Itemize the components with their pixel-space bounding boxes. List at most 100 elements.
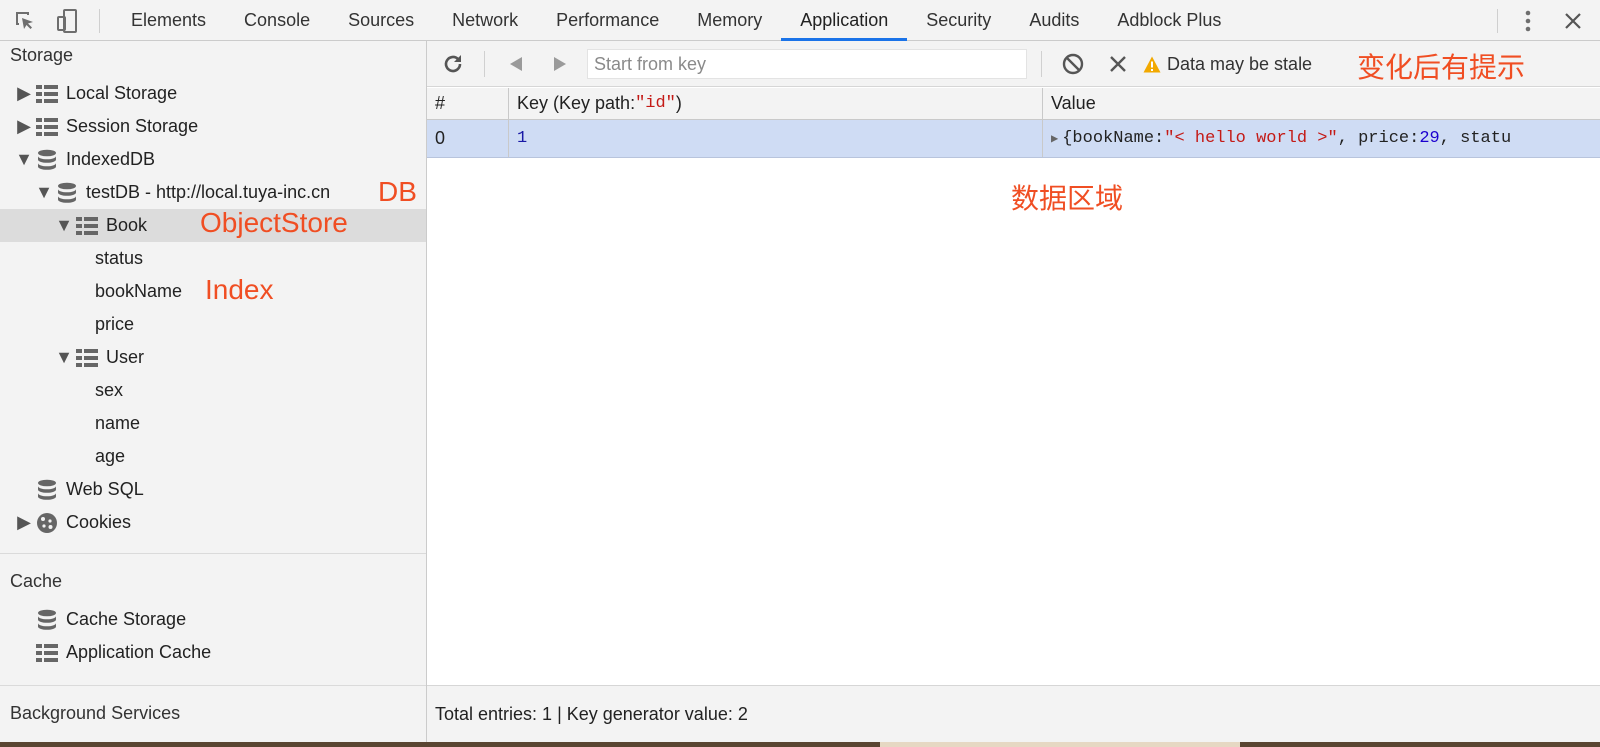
tab-adblock-plus[interactable]: Adblock Plus	[1098, 0, 1240, 41]
storage-section-title: Storage	[10, 45, 74, 65]
sidebar-item-session-storage[interactable]: ▶ Session Storage	[0, 110, 426, 143]
more-vertical-icon[interactable]	[1514, 0, 1542, 41]
collapse-arrow-icon[interactable]: ▼	[55, 215, 73, 236]
value-prefix: {bookName:	[1062, 129, 1165, 148]
column-header-key-suffix: )	[675, 93, 682, 113]
row-index: 0	[427, 120, 509, 157]
tab-performance[interactable]: Performance	[537, 0, 678, 41]
annotation-index: Index	[205, 274, 274, 305]
data-view-footer: Total entries: 1 | Key generator value: …	[427, 685, 1600, 742]
delete-icon[interactable]	[1105, 41, 1131, 87]
tab-elements[interactable]: Elements	[112, 0, 225, 41]
sidebar-item-web-sql[interactable]: Web SQL	[0, 473, 426, 506]
column-header-key[interactable]: Key (Key path: "id")	[509, 88, 1043, 119]
row-key: 1	[509, 120, 1043, 157]
application-sidebar: Storage ▶ Local Storage ▶ Session Storag…	[0, 41, 427, 742]
database-icon	[56, 182, 78, 204]
panel-tabs: Elements Console Sources Network Perform…	[112, 0, 1240, 41]
next-icon[interactable]	[547, 41, 573, 87]
close-icon[interactable]	[1558, 0, 1588, 41]
annotation-data-area: 数据区域	[1011, 183, 1124, 214]
tab-network[interactable]: Network	[433, 0, 537, 41]
toolbar-divider	[1497, 9, 1498, 33]
tab-application[interactable]: Application	[781, 0, 908, 41]
cookie-icon	[36, 512, 58, 534]
stale-text: Data may be stale	[1167, 53, 1313, 74]
sidebar-item-label: testDB - http://local.tuya-inc.cn	[86, 182, 331, 202]
inspect-element-icon[interactable]	[10, 0, 40, 41]
tab-sources[interactable]: Sources	[329, 0, 433, 41]
background-services-section-title: Background Services	[10, 703, 181, 723]
data-grid-header: # Key (Key path: "id") Value	[427, 88, 1600, 120]
grid-icon	[36, 642, 58, 664]
background-window-edge	[880, 742, 1240, 747]
sidebar-item-index-status[interactable]: status	[0, 242, 426, 275]
sidebar-item-label: IndexedDB	[66, 149, 156, 169]
sidebar-item-label: Session Storage	[66, 116, 199, 136]
sidebar-item-cookies[interactable]: ▶ Cookies	[0, 506, 426, 539]
value-separator: , price:	[1337, 129, 1420, 148]
sidebar-item-label: Web SQL	[66, 479, 144, 499]
sidebar-item-indexeddb[interactable]: ▼ IndexedDB	[0, 143, 426, 176]
sidebar-item-label: Book	[106, 215, 148, 235]
grid-icon	[36, 116, 58, 138]
tab-memory[interactable]: Memory	[678, 0, 781, 41]
stale-warning: Data may be stale	[1143, 41, 1312, 87]
devtools-tab-bar: Elements Console Sources Network Perform…	[0, 0, 1600, 41]
sidebar-item-application-cache[interactable]: Application Cache	[0, 636, 426, 669]
refresh-icon[interactable]	[439, 41, 467, 87]
clear-icon[interactable]	[1059, 41, 1087, 87]
devtools-window: Elements Console Sources Network Perform…	[0, 0, 1600, 742]
database-icon	[36, 149, 58, 171]
sidebar-item-label: Local Storage	[66, 83, 178, 103]
sidebar-item-index-price[interactable]: price	[0, 308, 426, 341]
sidebar-item-local-storage[interactable]: ▶ Local Storage	[0, 77, 426, 110]
prev-icon[interactable]	[503, 41, 529, 87]
cache-section-title: Cache	[10, 571, 63, 591]
toolbar-divider	[1041, 51, 1042, 77]
database-icon	[36, 479, 58, 501]
section-divider	[0, 685, 426, 686]
sidebar-item-store-user[interactable]: ▼ User	[0, 341, 426, 374]
column-header-index[interactable]: #	[427, 88, 509, 119]
sidebar-item-index-sex[interactable]: sex	[0, 374, 426, 407]
expand-arrow-icon[interactable]: ▶	[1051, 131, 1058, 146]
device-toolbar-icon[interactable]	[52, 0, 82, 41]
tab-security[interactable]: Security	[907, 0, 1010, 41]
column-header-key-prefix: Key (Key path:	[517, 93, 636, 113]
expand-arrow-icon[interactable]: ▶	[17, 116, 31, 137]
key-path-value: "id"	[635, 94, 676, 113]
start-from-key-input[interactable]	[587, 49, 1027, 79]
column-header-value[interactable]: Value	[1043, 88, 1600, 119]
sidebar-item-testdb[interactable]: ▼ testDB - http://local.tuya-inc.cn	[0, 176, 426, 209]
row-value[interactable]: ▶ {bookName: "< hello world >", price: 29…	[1043, 120, 1600, 157]
collapse-arrow-icon[interactable]: ▼	[55, 347, 73, 368]
entries-summary: Total entries: 1 | Key generator value: …	[435, 703, 748, 724]
sidebar-item-label: User	[106, 347, 145, 367]
sidebar-item-cache-storage[interactable]: Cache Storage	[0, 603, 426, 636]
grid-icon	[76, 215, 98, 237]
expand-arrow-icon[interactable]: ▶	[17, 83, 31, 104]
table-row[interactable]: 0 1 ▶ {bookName: "< hello world >", price…	[427, 120, 1600, 158]
tab-console[interactable]: Console	[225, 0, 329, 41]
indexeddb-data-view: Data may be stale 变化后有提示 # Key (Key path…	[427, 41, 1600, 742]
section-divider	[0, 553, 426, 554]
data-view-toolbar: Data may be stale 变化后有提示	[427, 41, 1600, 87]
toolbar-divider	[484, 51, 485, 77]
value-price: 29	[1419, 129, 1440, 148]
expand-arrow-icon[interactable]: ▶	[17, 512, 31, 533]
annotation-object-store: ObjectStore	[200, 207, 348, 238]
sidebar-item-index-name[interactable]: name	[0, 407, 426, 440]
database-icon	[36, 609, 58, 631]
sidebar-item-label: Application Cache	[66, 642, 212, 662]
grid-icon	[76, 347, 98, 369]
value-tail: , statu	[1439, 129, 1512, 148]
warning-icon	[1143, 56, 1161, 73]
sidebar-item-index-age[interactable]: age	[0, 440, 426, 473]
collapse-arrow-icon[interactable]: ▼	[35, 182, 53, 203]
annotation-stale-hint: 变化后有提示	[1357, 52, 1526, 83]
collapse-arrow-icon[interactable]: ▼	[15, 149, 33, 170]
annotation-db: DB	[378, 176, 417, 207]
value-bookname: "< hello world >"	[1164, 129, 1338, 148]
tab-audits[interactable]: Audits	[1010, 0, 1098, 41]
